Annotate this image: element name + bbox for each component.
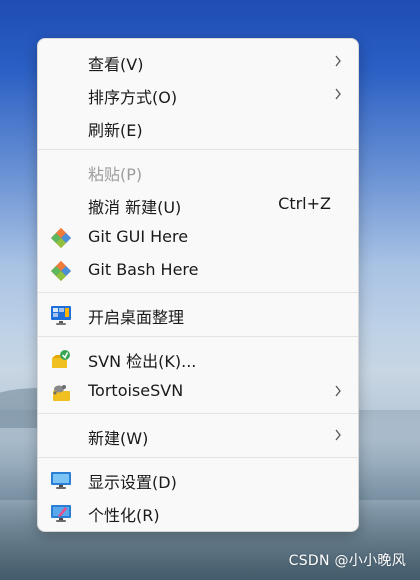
menu-item-label: 个性化(R): [88, 506, 160, 525]
menu-item-tortoisesvn[interactable]: TortoiseSVN: [38, 375, 358, 407]
menu-item-refresh[interactable]: 刷新(E): [38, 111, 358, 143]
menu-separator: [38, 292, 358, 293]
menu-item-label: 开启桌面整理: [88, 308, 185, 327]
menu-item-shortcut: Ctrl+Z: [278, 194, 331, 213]
git-icon: [51, 261, 71, 281]
menu-item-label: Git GUI Here: [88, 227, 189, 246]
menu-item-paste: 粘贴(P): [38, 155, 358, 187]
menu-item-display-settings[interactable]: 显示设置(D): [38, 463, 358, 495]
chevron-right-icon: [335, 385, 341, 397]
watermark: CSDN @小小晚风: [288, 553, 406, 569]
personalize-icon: [51, 505, 71, 522]
menu-item-sort-by[interactable]: 排序方式(O): [38, 78, 358, 110]
menu-item-label: SVN 检出(K)...: [88, 352, 197, 371]
menu-separator: [38, 413, 358, 414]
menu-separator: [38, 336, 358, 337]
menu-item-label: TortoiseSVN: [88, 381, 184, 400]
menu-item-view[interactable]: 查看(V): [38, 45, 358, 77]
git-icon: [51, 228, 71, 248]
menu-item-label: Git Bash Here: [88, 260, 199, 279]
menu-item-desktop-organizer[interactable]: 开启桌面整理: [38, 298, 358, 330]
menu-item-label: 刷新(E): [88, 121, 143, 140]
menu-item-new[interactable]: 新建(W): [38, 419, 358, 451]
context-menu: 查看(V) 排序方式(O) 刷新(E) 粘贴(P) 撤消 新建(U) Ctrl+…: [37, 38, 359, 532]
tortoisesvn-icon: [53, 385, 70, 401]
menu-separator: [38, 149, 358, 150]
desktop-organizer-icon: [51, 306, 71, 325]
menu-item-svn-checkout[interactable]: SVN 检出(K)...: [38, 342, 358, 374]
chevron-right-icon: [335, 429, 341, 441]
menu-item-undo-new[interactable]: 撤消 新建(U) Ctrl+Z: [38, 188, 358, 220]
menu-item-git-bash[interactable]: Git Bash Here: [38, 254, 358, 286]
chevron-right-icon: [335, 55, 341, 67]
menu-item-label: 撤消 新建(U): [88, 198, 182, 217]
menu-item-label: 查看(V): [88, 55, 144, 74]
menu-separator: [38, 457, 358, 458]
menu-item-personalize[interactable]: 个性化(R): [38, 496, 358, 528]
svn-checkout-icon: [52, 350, 70, 368]
menu-item-label: 显示设置(D): [88, 473, 177, 492]
chevron-right-icon: [335, 88, 341, 100]
menu-item-label: 新建(W): [88, 429, 149, 448]
display-settings-icon: [51, 472, 71, 489]
menu-item-label: 粘贴(P): [88, 165, 143, 184]
menu-item-git-gui[interactable]: Git GUI Here: [38, 221, 358, 253]
menu-item-label: 排序方式(O): [88, 88, 178, 107]
